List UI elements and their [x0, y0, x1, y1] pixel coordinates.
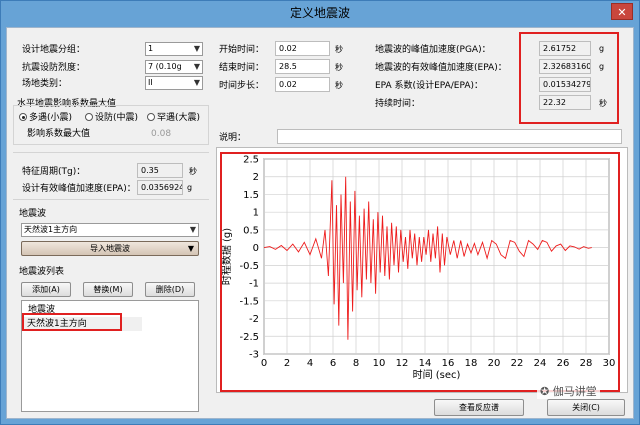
- chevron-down-icon: ▼: [193, 78, 200, 87]
- tg-field[interactable]: 0.35: [137, 163, 183, 178]
- design-group-label: 设计地震分组：: [22, 45, 86, 55]
- intensity-label: 抗震设防烈度：: [22, 63, 86, 73]
- design-epa-field[interactable]: 0.0356924: [137, 180, 183, 195]
- design-group-select[interactable]: 1 ▼: [145, 42, 203, 56]
- wave-select[interactable]: 天然波1主方向 ▼: [21, 223, 199, 237]
- design-epa-unit: g: [187, 183, 193, 192]
- site-class-label: 场地类别：: [22, 79, 68, 89]
- chevron-down-icon: ▼: [187, 244, 194, 253]
- view-response-spectrum-button[interactable]: 查看反应谱: [434, 399, 524, 416]
- start-time-label: 开始时间：: [219, 45, 265, 55]
- end-time-label: 结束时间：: [219, 63, 265, 73]
- pga-label: 地震波的峰值加速度(PGA)：: [375, 45, 491, 55]
- site-class-select[interactable]: II ▼: [145, 76, 203, 90]
- start-time-unit: 秒: [335, 45, 343, 54]
- wave-list-title: 地震波列表: [19, 267, 65, 277]
- chevron-down-icon: ▼: [193, 44, 200, 53]
- start-time-field[interactable]: 0.02: [275, 41, 330, 56]
- import-wave-button[interactable]: 导入地震波 ▼: [21, 241, 199, 256]
- wave-section-title: 地震波: [19, 209, 47, 219]
- design-epa-label: 设计有效峰值加速度(EPA)：: [22, 184, 136, 194]
- note-field[interactable]: [277, 129, 622, 144]
- duration-label: 持续时间：: [375, 99, 421, 109]
- time-step-label: 时间步长：: [219, 81, 265, 91]
- highlight-box: [519, 32, 619, 124]
- close-window-button[interactable]: ✕: [611, 3, 633, 20]
- radio-icon: [147, 113, 155, 121]
- dialog-body: 设计地震分组： 1 ▼ 抗震设防烈度： 7 (0.10g ▼ 场地类别： II ▼ 水…: [6, 27, 634, 419]
- add-button[interactable]: 添加(A): [21, 282, 71, 297]
- epa-ratio-label: EPA 系数(设计EPA/EPA)：: [375, 81, 484, 91]
- end-time-field[interactable]: 28.5: [275, 59, 330, 74]
- wechat-icon: ✪: [540, 385, 553, 398]
- divider: [13, 199, 209, 200]
- radio-icon: [85, 113, 93, 121]
- replace-button[interactable]: 替换(M): [83, 282, 133, 297]
- radio-frequent[interactable]: 多遇(小震): [19, 112, 72, 124]
- tg-label: 特征周期(Tg)：: [22, 167, 86, 177]
- time-step-unit: 秒: [335, 81, 343, 90]
- title-bar: 定义地震波: [1, 1, 639, 25]
- highlight-box: [220, 152, 620, 392]
- intensity-select[interactable]: 7 (0.10g ▼: [145, 60, 203, 74]
- end-time-unit: 秒: [335, 63, 343, 72]
- note-label: 说明：: [219, 133, 247, 143]
- alpha-max-value: 0.08: [151, 129, 172, 139]
- chevron-down-icon: ▼: [189, 225, 196, 234]
- radio-fortify[interactable]: 设防(中震): [85, 112, 138, 124]
- divider: [13, 152, 209, 153]
- delete-button[interactable]: 删除(D): [145, 282, 195, 297]
- highlight-box: [22, 313, 122, 331]
- time-step-field[interactable]: 0.02: [275, 77, 330, 92]
- chevron-down-icon: ▼: [193, 62, 200, 71]
- tg-unit: 秒: [189, 167, 197, 176]
- watermark: ✪ 伽马讲堂: [537, 383, 600, 399]
- alpha-max-label: 影响系数最大值: [27, 129, 91, 139]
- dialog-window: 定义地震波 ✕ 设计地震分组： 1 ▼ 抗震设防烈度： 7 (0.10g ▼ 场地类…: [0, 0, 640, 425]
- window-title: 定义地震波: [289, 6, 350, 20]
- radio-rare[interactable]: 罕遇(大震): [147, 112, 200, 124]
- radio-selected-icon: [19, 113, 27, 121]
- epa-label: 地震波的有效峰值加速度(EPA)：: [375, 63, 507, 73]
- close-button[interactable]: 关闭(C): [547, 399, 625, 416]
